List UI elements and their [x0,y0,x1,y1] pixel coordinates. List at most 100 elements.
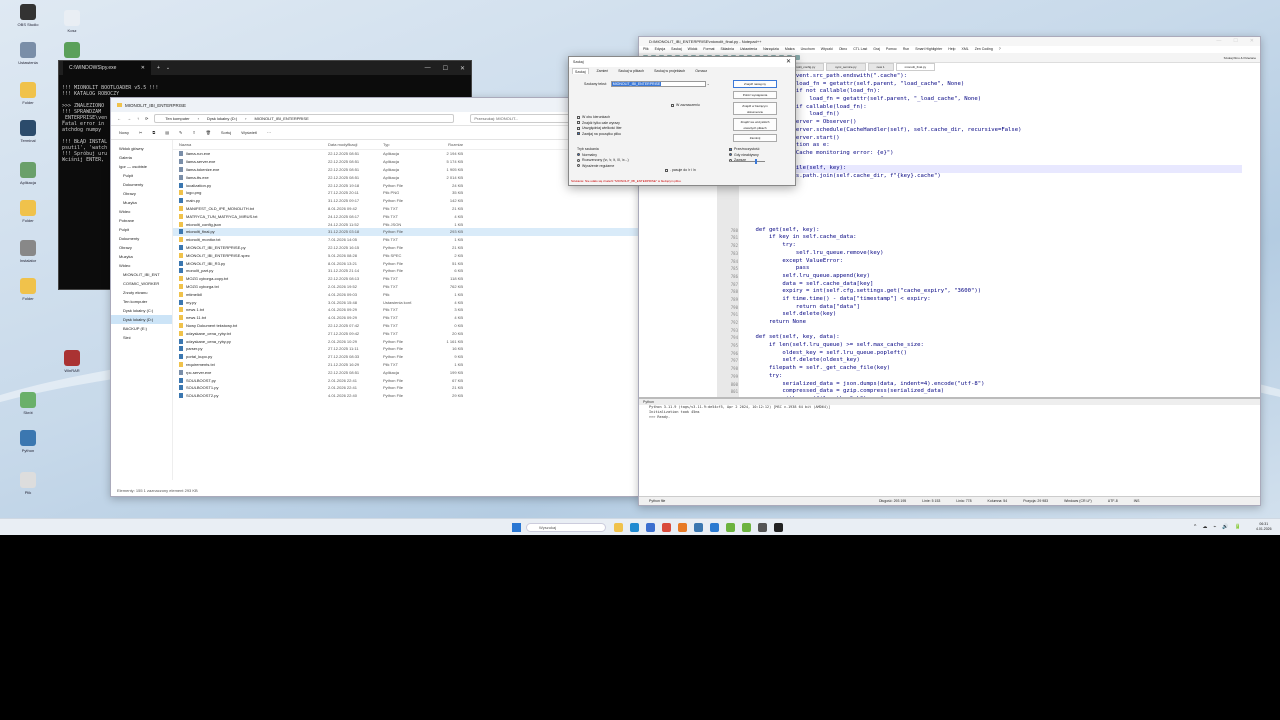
find-input[interactable]: MIONOLIT_IBI_ENTERPRISE [610,81,706,87]
npp-titlebar[interactable]: D:\MIONOLIT_IBI_ENTERPRISE\mionolit_fina… [639,37,1260,46]
menu-item[interactable]: Ustawienia [740,46,757,53]
dialog-button[interactable]: Znajdź następny [733,80,777,88]
code-line[interactable] [742,188,1242,196]
menu-item[interactable]: Run [903,46,909,53]
close-icon[interactable]: ✕ [460,65,465,72]
cut-icon[interactable]: ✂ [139,130,142,135]
column-type[interactable]: Typ [383,142,433,147]
code-line[interactable]: if not callable(load_fn): [742,88,1242,96]
document-tab[interactable]: sync_service.py [826,63,866,71]
file-row[interactable]: MATRYCA_TUN_MATRYCA_MIRUS.txt 24.12.2025 … [173,212,639,220]
menu-item[interactable]: Pomoc [886,46,897,53]
file-row[interactable]: MANIFEST_OLD_IPE_MONOLITH.txt 8.01.2026 0… [173,205,639,213]
menu-item[interactable]: Narzędzia [763,46,779,53]
dialog-tab[interactable]: Oznacz [693,68,709,74]
file-row[interactable]: mionolit_monitor.txt 7.01.2026 14:05 Plik … [173,236,639,244]
tray-icon[interactable]: 🔋 [1235,524,1241,530]
dialog-tab[interactable]: Szukaj w projektach [652,68,687,74]
close-icon[interactable]: ✕ [1250,37,1254,46]
code-line[interactable]: if key in self.cache_data: [742,234,1242,242]
column-name[interactable]: Nazwa [173,142,328,147]
code-line[interactable]: return None [742,319,1242,327]
search-input[interactable]: Przeszukaj: MIONOLIT... [470,114,571,123]
forward-icon[interactable]: → [127,116,131,121]
file-row[interactable]: MIONOLIT_IBI_R3.py 8.01.2026 13:21 Python … [173,259,639,267]
tray-icon[interactable]: ⌁ [1213,524,1216,530]
desktop-icon[interactable]: Instalator [8,240,48,263]
menu-item[interactable]: Help [948,46,955,53]
file-row[interactable]: MIONOLIT_IBI_ENTERPRISE.py 22.12.2025 16:… [173,244,639,252]
menu-item[interactable]: Makra [785,46,795,53]
column-date[interactable]: Data modyfikacji [328,142,383,147]
sidebar-item[interactable]: Zrzuty ekranu [111,288,172,297]
breadcrumb-item[interactable]: Dysk lokalny (D:) [207,116,237,121]
file-row[interactable]: Nowy Dokument tekstowy.txt 22.12.2025 07:… [173,322,639,330]
back-icon[interactable]: ← [117,116,121,121]
code-line[interactable]: def get(self, key): [742,227,1242,235]
file-row[interactable]: odzyskane_cena_ryby.txt 27.12.2025 09:42 P… [173,329,639,337]
copy-icon[interactable]: ⧉ [152,130,155,135]
desktop-icon[interactable]: Kosz [52,10,92,33]
sidebar-item[interactable]: Dokumenty [111,180,172,189]
code-line[interactable]: if callable(load_fn): [742,104,1242,112]
menu-item[interactable]: Smart Highlighter [915,46,942,53]
address-bar[interactable]: Ten komputer › Dysk lokalny (D:) › MIONO… [154,114,455,123]
sidebar-item[interactable]: Ten komputer [111,297,172,306]
close-icon[interactable]: ✕ [786,58,791,65]
code-line[interactable]: self.observer.start() [742,135,1242,143]
transparency-slider[interactable] [729,159,765,164]
tray-icon[interactable]: 🔊 [1222,524,1228,530]
file-row[interactable]: news 11.txt 4.01.2026 09:29 Plik TXT 4 KB [173,314,639,322]
code-line[interactable]: self.delete(oldest_key) [742,357,1242,365]
sidebar-item[interactable]: Muzyka [111,198,172,207]
close-icon[interactable]: ✕ [141,65,145,71]
taskbar-app-notepadpp-icon[interactable] [726,523,735,532]
desktop-icon[interactable]: Folder [8,200,48,223]
code-line[interactable]: try: [742,373,1242,381]
file-row[interactable]: monolit_part.py 31.12.2025 21:14 Python Fi… [173,267,639,275]
desktop-icon[interactable]: Folder [8,82,48,105]
code-line[interactable] [742,204,1242,212]
taskbar-app-store-icon[interactable] [646,523,655,532]
taskbar-app-edge-icon[interactable] [630,523,639,532]
file-row[interactable]: requirements.txt 21.12.2025 16:29 Plik TXT… [173,361,639,369]
file-row[interactable]: MIONOLIT_IBI_ENTERPRISE.spec 5.01.2026 08… [173,251,639,259]
code-line[interactable]: self.observer = Observer() [742,119,1242,127]
clock[interactable]: 06:31 4.01.2026 [1256,522,1272,532]
code-line[interactable]: load_fn() [742,111,1242,119]
taskbar-app-terminal-icon[interactable] [774,523,783,532]
code-line[interactable]: load_fn = getattr(self.parent, "_load_ca… [742,96,1242,104]
python-console[interactable]: Python Python 3.11.9 (tags/v3.11.9:de54c… [639,397,1260,495]
code-line[interactable]: expiry = int(self.cfg.settings.get("cach… [742,288,1242,296]
code-line[interactable]: self.lru_queue.append(key) [742,273,1242,281]
menu-item[interactable]: Zen Coding [975,46,993,53]
code-line[interactable]: filepath = self._get_cache_file(key) [742,365,1242,373]
code-line[interactable]: return os.path.join(self.cache_dir, f"{k… [742,173,1242,181]
document-tab[interactable]: mionolit_final.py [895,63,936,71]
sidebar-item[interactable]: Sieć [111,333,172,342]
file-row[interactable]: logo.png 27.12.2025 20:11 Plik PNG 35 KB [173,189,639,197]
file-row[interactable]: mionolit_config.json 24.12.2025 11:52 Plik… [173,220,639,228]
dialog-tab[interactable]: Zamień [595,68,611,74]
dialog-button[interactable]: Znajdź we wszystkich otwartych plikach [733,118,777,131]
sidebar-item[interactable]: MIONOLIT_IBI_ENT [111,270,172,279]
taskbar-app-vscode-icon[interactable] [710,523,719,532]
code-line[interactable] [742,219,1242,227]
rename-icon[interactable]: ✎ [179,130,182,135]
sidebar-item[interactable]: Obrazy [111,189,172,198]
dialog-button[interactable]: Policz wystąpienia [733,91,777,99]
dialog-button[interactable]: Znajdź w bieżącym dokumencie [733,102,777,115]
sidebar-item[interactable]: Muzyka [111,252,172,261]
menu-item[interactable]: ? [999,46,1001,53]
sidebar-item[interactable]: Wideo [111,207,172,216]
menu-item[interactable]: Graj [873,46,880,53]
code-line[interactable]: self.delete(key) [742,311,1242,319]
sidebar-item[interactable]: COSMIC_WORKER [111,279,172,288]
code-line[interactable]: return data["data"] [742,304,1242,312]
code-line[interactable]: try: [742,242,1242,250]
npp-search-hint[interactable]: Szukaj filmu & Polecane [1224,56,1260,60]
file-row[interactable]: main.py 31.12.2025 09:17 Python File 142 KB [173,197,639,205]
code-line[interactable]: compressed_data = gzip.compress(serializ… [742,388,1242,396]
sidebar-item[interactable]: Igor — osobiste [111,162,172,171]
code-area[interactable]: if event.src_path.endswith(".cache"): lo… [742,73,1242,427]
